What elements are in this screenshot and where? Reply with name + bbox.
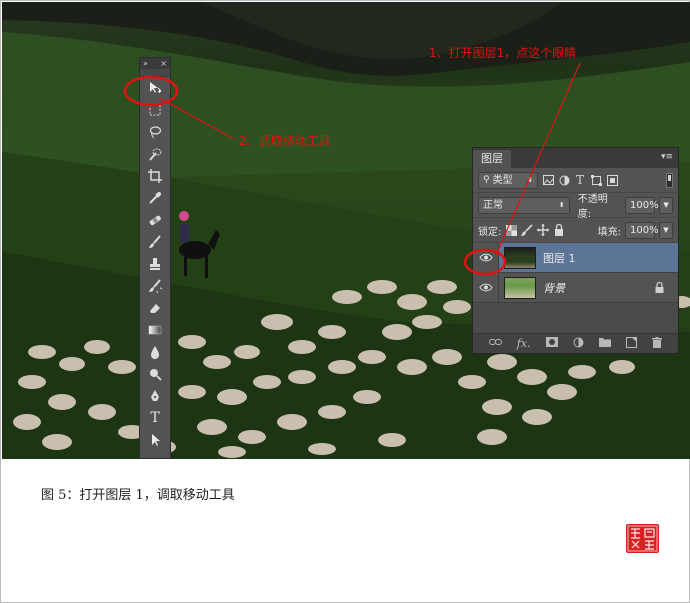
- annotation-overlay: [123, 62, 581, 276]
- step2-pointer-line: [157, 96, 235, 140]
- step1-pointer-line: [495, 62, 581, 256]
- red-seal-stamp: [626, 524, 659, 553]
- step1-annotation: 1、打开图层1，点这个眼睛: [429, 46, 577, 60]
- move-tool-highlight-circle: [123, 75, 179, 107]
- eye-highlight-circle: [463, 248, 507, 276]
- step2-annotation: 2、调取移动工具: [239, 134, 331, 148]
- figure-frame: » × T 图层 ▾≡ ⚲ 类型 ⬍ T 正常 ⬍ 不透明度: 100% ▼ 锁…: [0, 0, 690, 603]
- figure-caption: 图 5：打开图层 1，调取移动工具: [41, 488, 235, 503]
